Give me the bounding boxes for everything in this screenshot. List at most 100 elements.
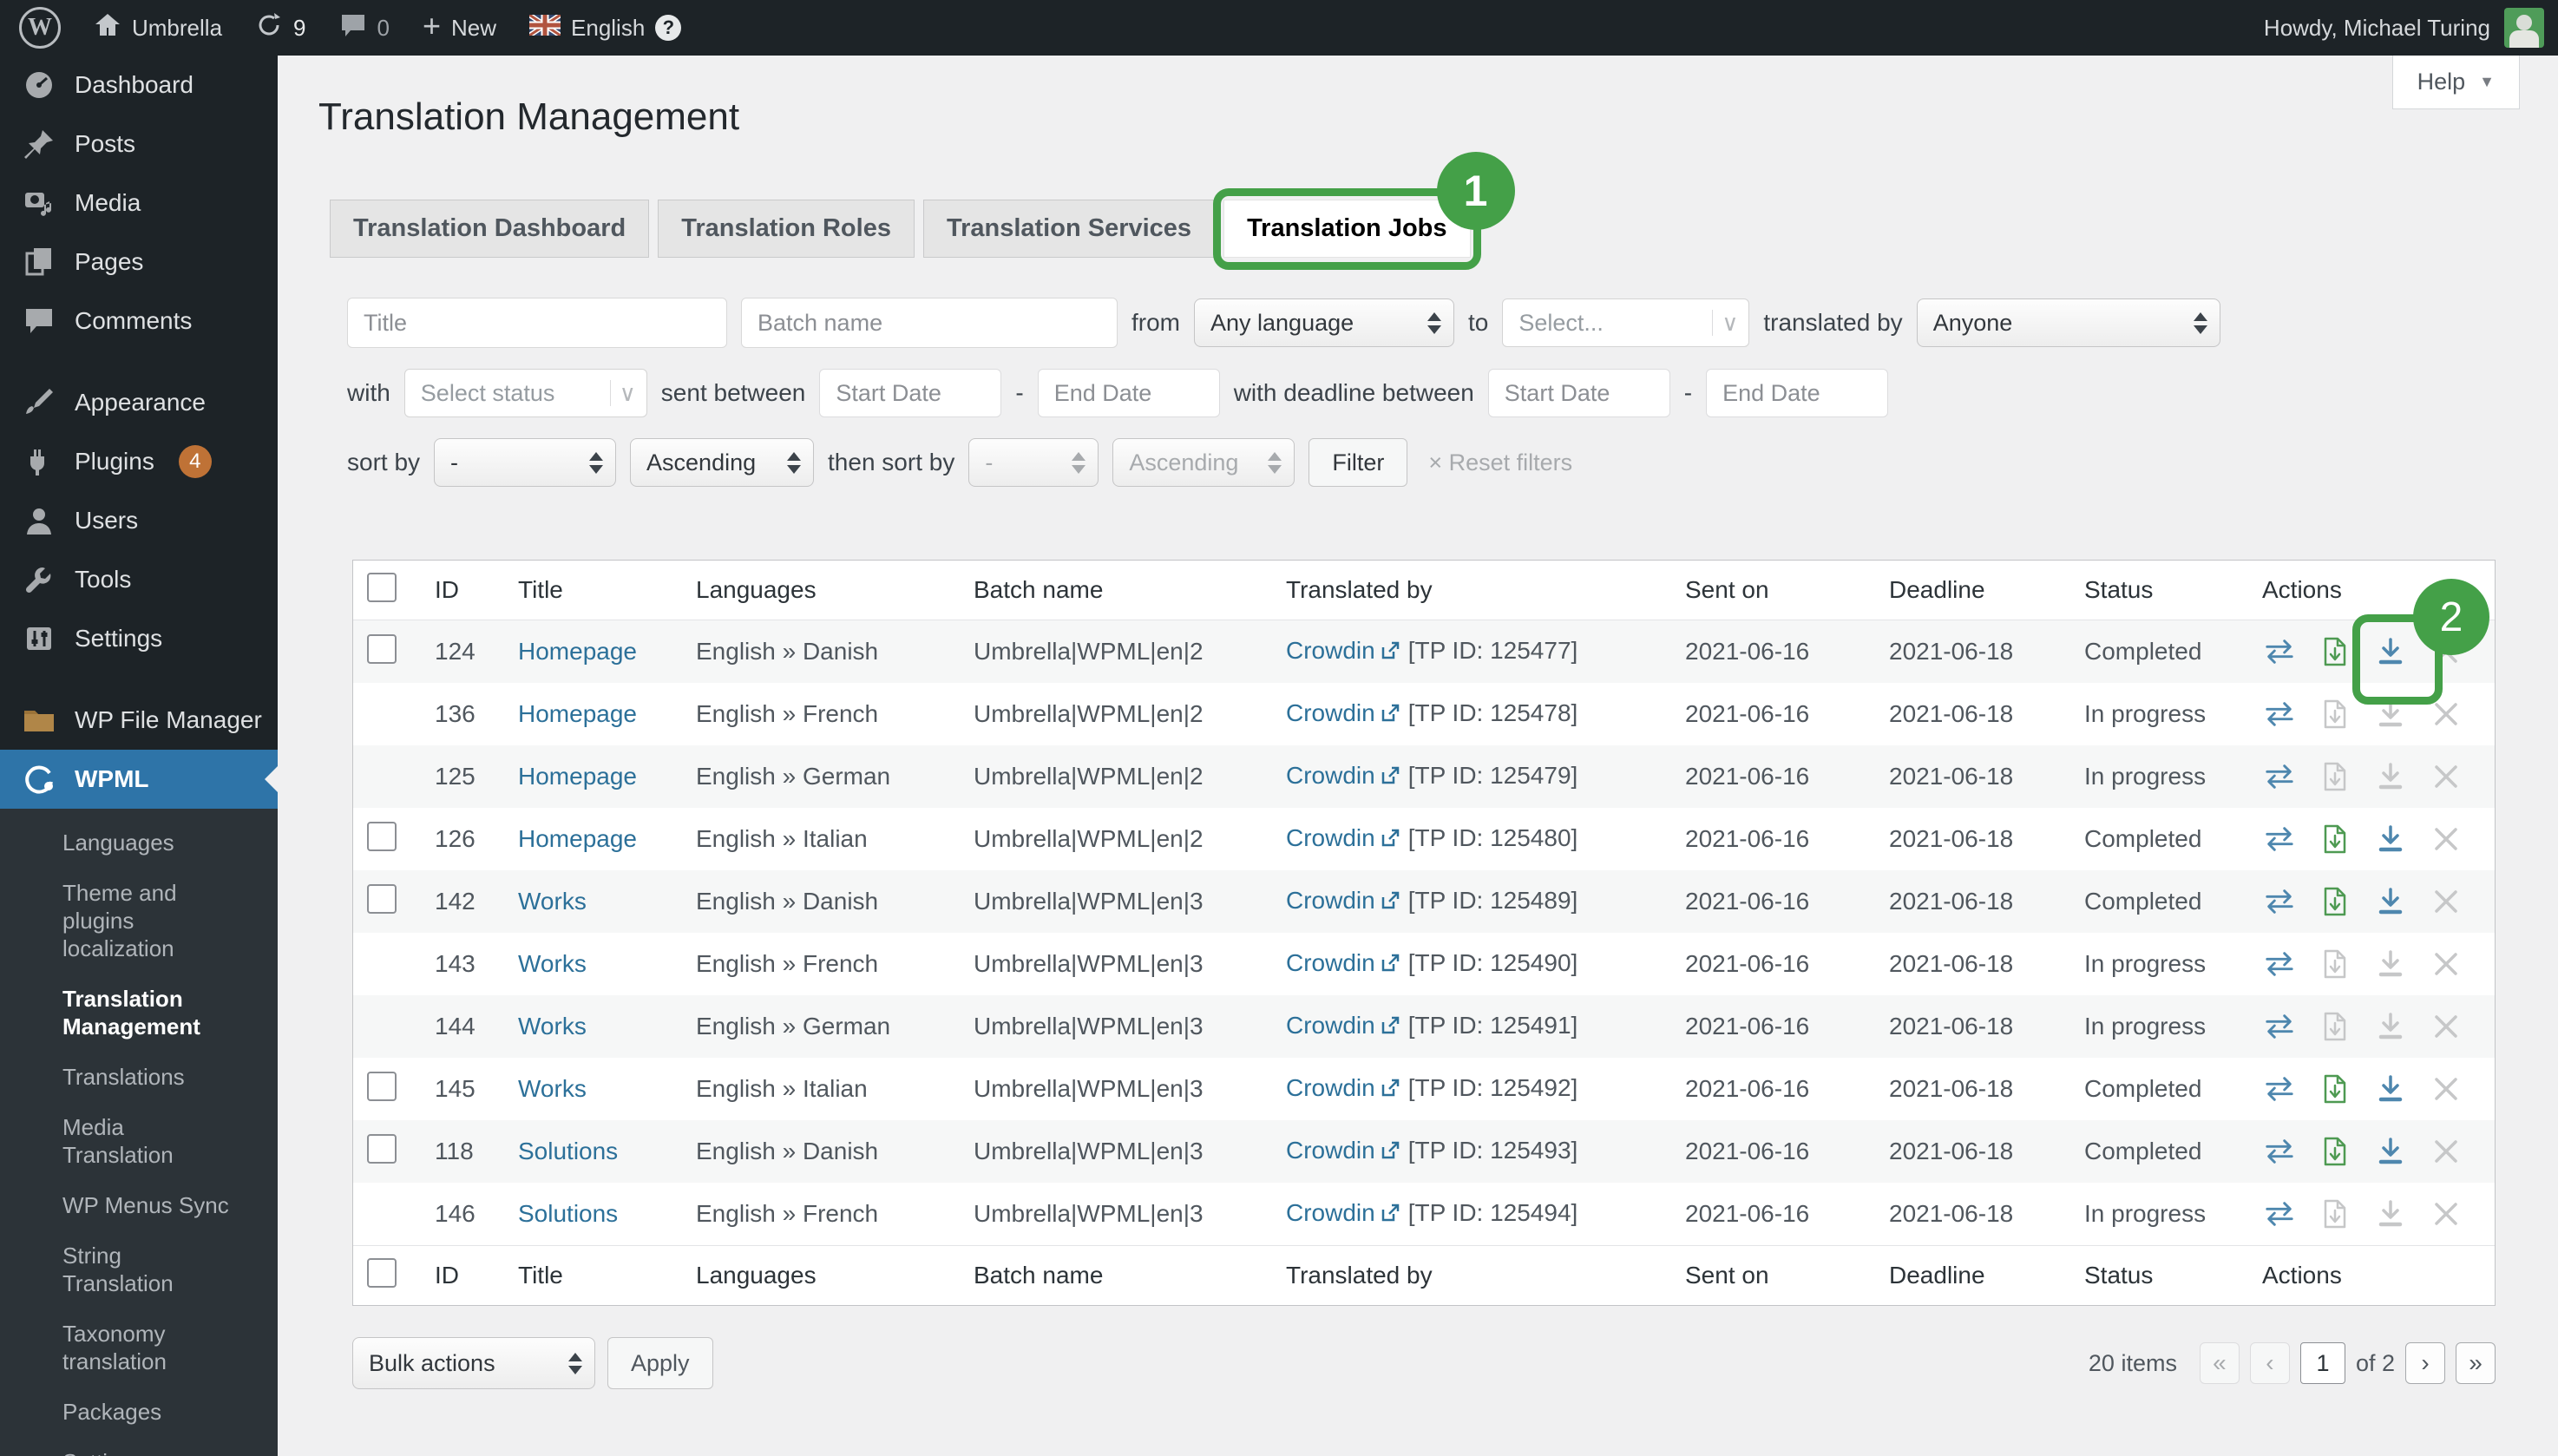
download-translation-icon[interactable] bbox=[2375, 1198, 2406, 1230]
sent-start-date-input[interactable] bbox=[819, 369, 1001, 417]
howdy-label[interactable]: Howdy, Michael Turing bbox=[2264, 15, 2490, 42]
submenu-item-taxonomy-translation[interactable]: Taxonomy translation bbox=[0, 1308, 260, 1387]
download-translation-icon[interactable] bbox=[2375, 948, 2406, 980]
translator-link[interactable]: Crowdin bbox=[1286, 887, 1375, 914]
language-switcher[interactable]: English ? bbox=[529, 15, 681, 42]
download-translation-icon[interactable] bbox=[2375, 1073, 2406, 1105]
previous-page-button[interactable]: ‹ bbox=[2250, 1342, 2290, 1384]
row-checkbox[interactable] bbox=[367, 822, 397, 851]
sidebar-item-posts[interactable]: Posts bbox=[0, 115, 278, 174]
export-xliff-icon[interactable] bbox=[2319, 698, 2351, 730]
tab-translation-roles[interactable]: Translation Roles bbox=[658, 200, 915, 258]
cancel-job-icon[interactable] bbox=[2430, 886, 2462, 917]
next-page-button[interactable]: › bbox=[2405, 1342, 2445, 1384]
submenu-item-settings[interactable]: Settings bbox=[0, 1437, 260, 1456]
order-primary-select[interactable]: Ascending bbox=[630, 438, 814, 487]
row-checkbox[interactable] bbox=[367, 1134, 397, 1164]
site-name-menu[interactable]: Umbrella bbox=[94, 11, 222, 45]
order-secondary-select[interactable]: Ascending bbox=[1112, 438, 1295, 487]
export-xliff-icon[interactable] bbox=[2319, 636, 2351, 667]
sync-translation-icon[interactable] bbox=[2264, 761, 2295, 792]
export-xliff-icon[interactable] bbox=[2319, 1136, 2351, 1167]
tab-translation-dashboard[interactable]: Translation Dashboard bbox=[330, 200, 649, 258]
translator-link[interactable]: Crowdin bbox=[1286, 762, 1375, 789]
export-xliff-icon[interactable] bbox=[2319, 823, 2351, 855]
translator-link[interactable]: Crowdin bbox=[1286, 1199, 1375, 1226]
job-title-link[interactable]: Homepage bbox=[518, 638, 637, 665]
sidebar-item-appearance[interactable]: Appearance bbox=[0, 373, 278, 432]
filter-button[interactable]: Filter bbox=[1309, 438, 1407, 487]
cancel-job-icon[interactable] bbox=[2430, 1011, 2462, 1042]
submenu-item-packages[interactable]: Packages bbox=[0, 1387, 260, 1437]
job-title-link[interactable]: Homepage bbox=[518, 825, 637, 852]
download-translation-icon[interactable] bbox=[2375, 1011, 2406, 1042]
sidebar-item-wpml[interactable]: WPML bbox=[0, 750, 278, 809]
submenu-item-translations[interactable]: Translations bbox=[0, 1052, 260, 1102]
submenu-item-wp-menus-sync[interactable]: WP Menus Sync bbox=[0, 1180, 260, 1230]
translator-link[interactable]: Crowdin bbox=[1286, 637, 1375, 664]
sync-translation-icon[interactable] bbox=[2264, 698, 2295, 730]
user-avatar[interactable] bbox=[2504, 8, 2544, 48]
cancel-job-icon[interactable] bbox=[2430, 948, 2462, 980]
select-all-checkbox[interactable] bbox=[367, 573, 397, 602]
sidebar-item-plugins[interactable]: Plugins4 bbox=[0, 432, 278, 491]
job-title-link[interactable]: Solutions bbox=[518, 1138, 618, 1164]
job-title-link[interactable]: Works bbox=[518, 950, 587, 977]
sidebar-item-users[interactable]: Users bbox=[0, 491, 278, 550]
sync-translation-icon[interactable] bbox=[2264, 1073, 2295, 1105]
sidebar-item-wp-file-manager[interactable]: WP File Manager bbox=[0, 691, 278, 750]
deadline-start-date-input[interactable] bbox=[1488, 369, 1670, 417]
job-title-link[interactable]: Solutions bbox=[518, 1200, 618, 1227]
sync-translation-icon[interactable] bbox=[2264, 1198, 2295, 1230]
updates-menu[interactable]: 9 bbox=[255, 11, 305, 45]
download-translation-icon[interactable] bbox=[2375, 761, 2406, 792]
submenu-item-languages[interactable]: Languages bbox=[0, 817, 260, 868]
submenu-item-string-translation[interactable]: String Translation bbox=[0, 1230, 260, 1308]
sent-end-date-input[interactable] bbox=[1038, 369, 1220, 417]
sidebar-item-dashboard[interactable]: Dashboard bbox=[0, 56, 278, 115]
export-xliff-icon[interactable] bbox=[2319, 886, 2351, 917]
cancel-job-icon[interactable] bbox=[2430, 698, 2462, 730]
row-checkbox[interactable] bbox=[367, 1072, 397, 1101]
cancel-job-icon[interactable] bbox=[2430, 1198, 2462, 1230]
row-checkbox[interactable] bbox=[367, 884, 397, 914]
translated-by-select[interactable]: Anyone bbox=[1917, 298, 2220, 347]
sort-primary-select[interactable]: - bbox=[434, 438, 616, 487]
submenu-item-media-translation[interactable]: Media Translation bbox=[0, 1102, 260, 1180]
batch-name-filter-input[interactable] bbox=[741, 298, 1118, 348]
sync-translation-icon[interactable] bbox=[2264, 886, 2295, 917]
download-translation-icon[interactable] bbox=[2375, 823, 2406, 855]
comments-menu[interactable]: 0 bbox=[339, 11, 390, 45]
reset-filters-link[interactable]: × Reset filters bbox=[1428, 449, 1572, 476]
first-page-button[interactable]: « bbox=[2200, 1342, 2240, 1384]
translator-link[interactable]: Crowdin bbox=[1286, 699, 1375, 726]
new-content-menu[interactable]: + New bbox=[423, 14, 496, 42]
cancel-job-icon[interactable] bbox=[2430, 761, 2462, 792]
sort-secondary-select[interactable]: - bbox=[968, 438, 1099, 487]
download-translation-icon[interactable] bbox=[2375, 636, 2406, 667]
cancel-job-icon[interactable] bbox=[2430, 1073, 2462, 1105]
sidebar-item-settings[interactable]: Settings bbox=[0, 609, 278, 668]
translator-link[interactable]: Crowdin bbox=[1286, 1012, 1375, 1039]
export-xliff-icon[interactable] bbox=[2319, 948, 2351, 980]
download-translation-icon[interactable] bbox=[2375, 886, 2406, 917]
help-button[interactable]: Help ▼ bbox=[2392, 56, 2520, 109]
sync-translation-icon[interactable] bbox=[2264, 823, 2295, 855]
submenu-item-translation-management[interactable]: Translation Management bbox=[0, 974, 260, 1052]
status-select[interactable]: Select status ∨ bbox=[404, 369, 647, 417]
submenu-item-theme-and-plugins-localization[interactable]: Theme and plugins localization bbox=[0, 868, 260, 974]
deadline-end-date-input[interactable] bbox=[1706, 369, 1888, 417]
job-title-link[interactable]: Works bbox=[518, 888, 587, 915]
sidebar-item-tools[interactable]: Tools bbox=[0, 550, 278, 609]
export-xliff-icon[interactable] bbox=[2319, 761, 2351, 792]
translator-link[interactable]: Crowdin bbox=[1286, 1137, 1375, 1164]
wordpress-logo-menu[interactable]: W bbox=[19, 7, 61, 49]
select-all-checkbox[interactable] bbox=[367, 1258, 397, 1288]
job-title-link[interactable]: Works bbox=[518, 1013, 587, 1040]
download-translation-icon[interactable] bbox=[2375, 1136, 2406, 1167]
translator-link[interactable]: Crowdin bbox=[1286, 824, 1375, 851]
download-translation-icon[interactable] bbox=[2375, 698, 2406, 730]
sync-translation-icon[interactable] bbox=[2264, 1136, 2295, 1167]
export-xliff-icon[interactable] bbox=[2319, 1011, 2351, 1042]
row-checkbox[interactable] bbox=[367, 634, 397, 664]
